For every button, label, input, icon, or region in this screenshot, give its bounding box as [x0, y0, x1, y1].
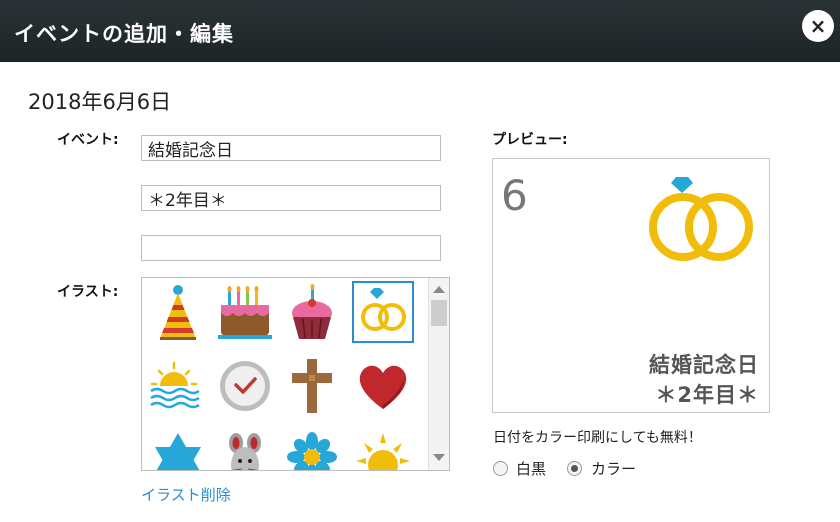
delete-illustration-link[interactable]: イラスト削除 — [141, 484, 231, 505]
sun-icon[interactable] — [352, 429, 414, 470]
preview-text-line2: ＊2年目＊ — [655, 383, 759, 407]
event-line1-input[interactable] — [141, 135, 441, 161]
color-print-note: 日付をカラー印刷にしても無料！ — [493, 430, 702, 446]
event-line3-input[interactable] — [141, 235, 441, 261]
date-heading: 2018年6月6日 — [28, 90, 172, 114]
close-button[interactable]: × — [802, 10, 834, 42]
illustration-list — [141, 277, 450, 471]
heart-icon[interactable] — [352, 355, 414, 417]
illustration-label: イラスト: — [57, 284, 119, 300]
mouse-icon[interactable] — [214, 429, 276, 470]
preview-label: プレビュー: — [492, 132, 568, 148]
birthday-cake-icon[interactable] — [214, 281, 276, 343]
radio-color-label[interactable]: カラー — [591, 458, 636, 479]
preview-day-number: 6 — [501, 171, 528, 220]
scroll-down-arrow-icon[interactable] — [433, 454, 445, 461]
preview-card: 6 結婚記念日 ＊2年目＊ — [492, 158, 770, 413]
cross-icon[interactable] — [281, 355, 343, 417]
checkmark-icon[interactable] — [214, 355, 276, 417]
preview-text-line1: 結婚記念日 — [649, 353, 759, 377]
sunrise-icon[interactable] — [147, 355, 209, 417]
wedding-rings-icon — [649, 177, 753, 261]
event-label: イベント: — [57, 132, 119, 148]
scrollbar-thumb[interactable] — [431, 300, 447, 326]
radio-monochrome-label[interactable]: 白黒 — [516, 458, 546, 479]
dialog-title-bar: イベントの追加・編集 × — [0, 0, 840, 62]
radio-color[interactable] — [567, 461, 582, 476]
scroll-up-arrow-icon[interactable] — [433, 286, 445, 293]
party-hat-icon[interactable] — [147, 281, 209, 343]
flower-icon[interactable] — [281, 429, 343, 470]
wedding-rings-icon[interactable] — [352, 281, 414, 343]
radio-monochrome[interactable] — [493, 461, 508, 476]
cupcake-icon[interactable] — [281, 281, 343, 343]
illustration-scrollbar[interactable] — [428, 278, 449, 470]
event-line2-input[interactable] — [141, 185, 441, 211]
dialog-title: イベントの追加・編集 — [14, 22, 234, 46]
star-of-david-icon[interactable] — [147, 429, 209, 470]
